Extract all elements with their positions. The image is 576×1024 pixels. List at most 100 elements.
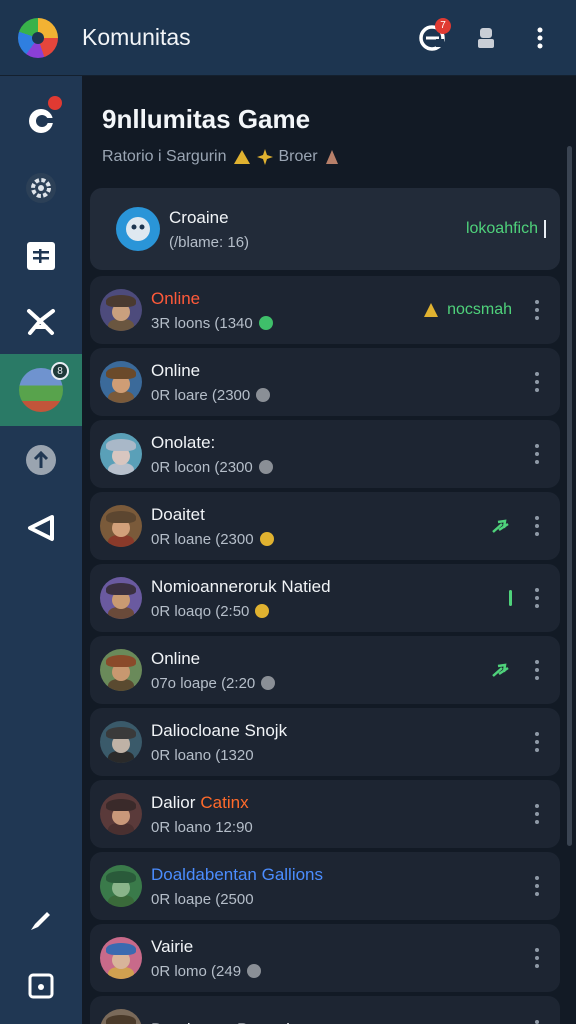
member-status: 07o loape (2:20 <box>151 674 276 692</box>
sidebar-item-settings[interactable] <box>0 152 82 224</box>
square-info-icon <box>28 973 54 999</box>
member-actions <box>528 946 546 970</box>
member-status-text: 07o loape (2:20 <box>151 674 256 692</box>
member-info: Online 0R loare (2300 <box>151 361 271 404</box>
sidebar: 8 <box>0 76 82 1024</box>
more-options-button[interactable] <box>524 22 556 54</box>
member-row[interactable]: Dalior Catinx 0R loano 12:90 <box>90 780 560 848</box>
member-info: Doaldabentan Gallions 0R loape (2500 <box>151 865 323 908</box>
member-actions: nocsmah <box>423 298 546 322</box>
sidebar-item-calendar[interactable] <box>0 220 82 292</box>
more-vertical-icon[interactable] <box>528 730 546 754</box>
robot-face-icon <box>126 217 150 241</box>
member-row[interactable]: Demiootas Panopks <box>90 996 560 1024</box>
member-row[interactable]: Online 0R loare (2300 <box>90 348 560 416</box>
sidebar-item-info[interactable] <box>0 950 82 1022</box>
subtitle-suffix: Broer <box>278 148 318 165</box>
member-actions <box>509 586 546 610</box>
group-network-icon <box>27 309 55 335</box>
subtitle-prefix: Ratorio i Sargurin <box>102 148 227 165</box>
status-icon <box>258 316 273 330</box>
more-vertical-icon[interactable] <box>528 370 546 394</box>
member-row[interactable]: Doaitet 0R loane (2300 <box>90 492 560 560</box>
warning-icon <box>233 150 250 164</box>
more-vertical-icon[interactable] <box>528 874 546 898</box>
member-name: Nomioanneroruk Natied <box>151 576 331 596</box>
member-info: Nomioanneroruk Natied 0R loaqo (2:50 <box>151 577 331 620</box>
sparkle-icon <box>256 149 273 165</box>
more-vertical-icon <box>537 27 543 48</box>
header-sub: (/blame: 16) <box>169 233 250 251</box>
header-avatar <box>116 207 160 251</box>
member-row[interactable]: Doaldabentan Gallions 0R loape (2500 <box>90 852 560 920</box>
page-title: 9nllumitas Game <box>102 104 311 134</box>
member-info: Vairie 0R lomo (249 <box>151 937 262 980</box>
member-name: Doaldabentan Gallions <box>151 864 324 884</box>
scrollbar[interactable] <box>567 146 572 846</box>
member-name: Doaitet <box>151 504 205 524</box>
share-triangle-icon <box>28 515 54 541</box>
sidebar-item-groups[interactable] <box>0 286 82 358</box>
game-thumbnail: 8 <box>19 362 69 412</box>
member-row[interactable]: Daliocloane Snojk 0R loano (1320 <box>90 708 560 776</box>
trend-arrow-icon <box>492 663 509 677</box>
pencil-icon <box>31 912 50 930</box>
member-status-text: 0R loane (2300 <box>151 530 254 548</box>
sidebar-item-upload[interactable] <box>0 424 82 496</box>
member-right-label: nocsmah <box>447 301 512 318</box>
game-badge: 8 <box>51 362 69 380</box>
status-icon <box>261 676 276 690</box>
calendar-icon <box>27 242 55 270</box>
member-row[interactable]: Vairie 0R lomo (249 <box>90 924 560 992</box>
member-actions <box>490 658 546 682</box>
sidebar-item-edit[interactable] <box>0 884 82 956</box>
member-name: Onolate: <box>151 432 216 452</box>
member-row[interactable]: Onolate: 0R locon (2300 <box>90 420 560 488</box>
member-info: Dalior Catinx 0R loano 12:90 <box>151 793 253 836</box>
app-logo[interactable] <box>18 17 58 58</box>
member-row[interactable]: Online 07o loape (2:20 <box>90 636 560 704</box>
page-subtitle: Ratorio i Sargurin Broer <box>102 148 340 166</box>
member-status-text: 0R loano (1320 <box>151 746 254 764</box>
member-status: 0R locon (2300 <box>151 459 273 476</box>
more-vertical-icon[interactable] <box>528 586 546 610</box>
member-row[interactable]: Nomioanneroruk Natied 0R loaqo (2:50 <box>90 564 560 632</box>
more-vertical-icon[interactable] <box>528 946 546 970</box>
trend-arrow-icon <box>492 519 509 533</box>
member-actions <box>528 442 546 466</box>
member-info: Daliocloane Snojk 0R loano (1320 <box>151 721 287 764</box>
top-actions: 7 <box>416 17 556 54</box>
cone-icon <box>325 150 338 164</box>
more-vertical-icon[interactable] <box>528 802 546 826</box>
notifications-button[interactable]: 7 <box>416 17 451 54</box>
header-action[interactable]: lokoahfich <box>466 220 546 238</box>
more-vertical-icon[interactable] <box>528 1018 546 1024</box>
header-info: Croaine (/blame: 16) <box>169 208 249 251</box>
avatar <box>100 1009 142 1024</box>
status-icon <box>259 532 274 546</box>
avatar <box>100 433 142 475</box>
avatar <box>100 865 142 907</box>
sidebar-item-game-active[interactable]: 8 <box>0 354 82 426</box>
more-vertical-icon[interactable] <box>528 514 546 538</box>
member-info: Doaitet 0R loane (2300 <box>151 505 274 548</box>
avatar <box>100 721 142 763</box>
avatar <box>100 361 142 403</box>
profile-button[interactable] <box>470 22 502 54</box>
header-card[interactable]: Croaine (/blame: 16) lokoahfich <box>90 188 560 270</box>
member-status: 0R lomo (249 <box>151 962 262 980</box>
app-title: Komunitas <box>82 24 191 50</box>
more-vertical-icon[interactable] <box>528 658 546 682</box>
header-name: Croaine <box>169 207 229 227</box>
member-status: 3R loons (1340 <box>151 315 273 332</box>
member-row[interactable]: Online 3R loons (1340 nocsmah <box>90 276 560 344</box>
more-vertical-icon[interactable] <box>528 298 546 322</box>
sidebar-item-share[interactable] <box>0 492 82 564</box>
member-status-text: 0R lomo (249 <box>151 962 242 980</box>
member-status: 0R loaqo (2:50 <box>151 603 331 620</box>
sidebar-item-home[interactable] <box>0 84 82 156</box>
header-action-label: lokoahfich <box>465 220 538 237</box>
avatar <box>100 649 142 691</box>
more-vertical-icon[interactable] <box>528 442 546 466</box>
member-actions <box>528 730 546 754</box>
